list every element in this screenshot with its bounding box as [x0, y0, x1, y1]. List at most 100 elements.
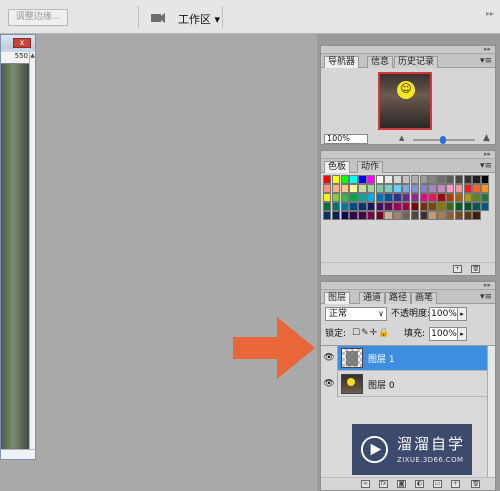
color-swatch[interactable]	[358, 175, 367, 184]
layers-scrollbar[interactable]	[487, 346, 495, 477]
color-swatch[interactable]	[323, 183, 332, 193]
zoom-input[interactable]: 100%	[324, 134, 368, 144]
color-swatch[interactable]	[375, 201, 385, 211]
color-swatch[interactable]	[366, 201, 376, 211]
opacity-arrow-icon[interactable]: ▸	[457, 307, 467, 321]
color-swatch[interactable]	[393, 175, 402, 184]
color-swatch[interactable]	[445, 210, 455, 220]
collapse-icon[interactable]: ▸▸	[484, 150, 491, 158]
tab-swatches[interactable]: 色板	[324, 161, 351, 173]
color-swatch[interactable]	[375, 192, 385, 202]
layer-style-icon[interactable]: fx	[379, 480, 388, 488]
zoom-slider-handle[interactable]	[440, 136, 446, 144]
dock-collapse-icon[interactable]: ▸▸	[486, 9, 494, 18]
color-swatch[interactable]	[437, 201, 446, 211]
color-swatch[interactable]	[384, 201, 393, 211]
color-swatch[interactable]	[463, 175, 472, 184]
fill-arrow-icon[interactable]: ▸	[457, 327, 467, 341]
color-swatch[interactable]	[445, 201, 455, 211]
tab-paths[interactable]: 路径	[385, 292, 412, 304]
color-swatch[interactable]	[349, 192, 358, 202]
blend-mode-select[interactable]: 正常 ∨	[325, 307, 387, 321]
tab-channels[interactable]: 通道	[359, 292, 386, 304]
color-swatch[interactable]	[463, 183, 472, 193]
color-swatch[interactable]	[445, 192, 455, 202]
color-swatch[interactable]	[331, 183, 341, 193]
color-swatch[interactable]	[375, 175, 385, 184]
color-swatch[interactable]	[472, 175, 481, 184]
color-swatch[interactable]	[428, 210, 437, 220]
color-swatch[interactable]	[340, 175, 349, 184]
eye-icon[interactable]: 👁	[321, 346, 338, 371]
link-layers-icon[interactable]: ∞	[361, 480, 370, 488]
color-swatch[interactable]	[375, 183, 385, 193]
panel-header[interactable]: ▸▸	[321, 281, 495, 290]
color-swatch[interactable]	[323, 210, 332, 220]
layer-row-0[interactable]: 👁 图层 0	[321, 372, 487, 397]
zoom-in-icon[interactable]: ▲	[483, 133, 490, 143]
vertical-scrollbar[interactable]: ▲ ▼	[29, 52, 35, 458]
color-swatch[interactable]	[410, 192, 420, 202]
trash-icon[interactable]: 🗑	[471, 480, 480, 488]
color-swatch[interactable]	[331, 201, 341, 211]
camera-icon[interactable]	[150, 10, 166, 24]
color-swatch[interactable]	[384, 183, 393, 193]
panel-header[interactable]: ▸▸	[321, 45, 495, 54]
color-swatch[interactable]	[419, 183, 428, 193]
panel-menu-icon[interactable]: ▾≡	[480, 56, 492, 66]
layer-mask-icon[interactable]: ◙	[397, 480, 406, 488]
panel-menu-icon[interactable]: ▾≡	[480, 292, 492, 302]
trash-icon[interactable]: 🗑	[471, 265, 480, 273]
color-swatch[interactable]	[366, 210, 376, 220]
color-swatch[interactable]	[393, 201, 402, 211]
horizontal-scrollbar[interactable]	[1, 449, 35, 459]
color-swatch[interactable]	[340, 183, 349, 193]
tab-brushes[interactable]: 画笔	[411, 292, 438, 304]
navigator-thumbnail[interactable]: ☺	[378, 72, 432, 130]
workspace-menu[interactable]: 工作区 ▾	[178, 11, 220, 27]
color-swatch[interactable]	[410, 201, 420, 211]
close-icon[interactable]: x	[13, 38, 31, 48]
color-swatch[interactable]	[410, 183, 420, 193]
color-swatch[interactable]	[454, 175, 464, 184]
color-swatch[interactable]	[323, 175, 332, 184]
tab-info[interactable]: 信息	[367, 56, 394, 68]
document-titlebar[interactable]: x	[1, 35, 35, 49]
color-swatch[interactable]	[472, 201, 481, 211]
color-swatch[interactable]	[437, 175, 446, 184]
layer-name[interactable]: 图层 0	[368, 378, 395, 391]
zoom-out-icon[interactable]: ▲	[399, 134, 404, 142]
refine-edge-button[interactable]: 调整边缘...	[8, 9, 68, 26]
tab-layers[interactable]: 图层	[324, 292, 351, 304]
color-swatch[interactable]	[331, 210, 341, 220]
opacity-input[interactable]: 100%	[429, 307, 459, 321]
layer-name[interactable]: 图层 1	[368, 352, 395, 365]
color-swatch[interactable]	[402, 201, 411, 211]
color-swatch[interactable]	[402, 175, 411, 184]
color-swatch[interactable]	[402, 183, 411, 193]
color-swatch[interactable]	[454, 183, 464, 193]
color-swatch[interactable]	[349, 183, 358, 193]
color-swatch[interactable]	[358, 192, 367, 202]
color-swatch[interactable]	[472, 183, 481, 193]
color-swatch[interactable]	[463, 210, 472, 220]
new-layer-icon[interactable]: +	[451, 480, 460, 488]
color-swatch[interactable]	[419, 175, 428, 184]
color-swatch[interactable]	[454, 201, 464, 211]
panel-menu-icon[interactable]: ▾≡	[480, 161, 492, 171]
color-swatch[interactable]	[481, 183, 490, 193]
color-swatch[interactable]	[358, 210, 367, 220]
new-group-icon[interactable]: ▭	[433, 480, 442, 488]
color-swatch[interactable]	[428, 183, 437, 193]
color-swatch[interactable]	[340, 210, 349, 220]
scroll-up-icon[interactable]: ▲	[30, 52, 35, 60]
color-swatch[interactable]	[402, 192, 411, 202]
color-swatch[interactable]	[428, 175, 437, 184]
color-swatch[interactable]	[358, 201, 367, 211]
color-swatch[interactable]	[393, 183, 402, 193]
collapse-icon[interactable]: ▸▸	[484, 45, 491, 53]
color-swatch[interactable]	[454, 210, 464, 220]
color-swatch[interactable]	[437, 192, 446, 202]
color-swatch[interactable]	[323, 192, 332, 202]
layer-row-1[interactable]: 👁 图层 1	[321, 346, 487, 371]
